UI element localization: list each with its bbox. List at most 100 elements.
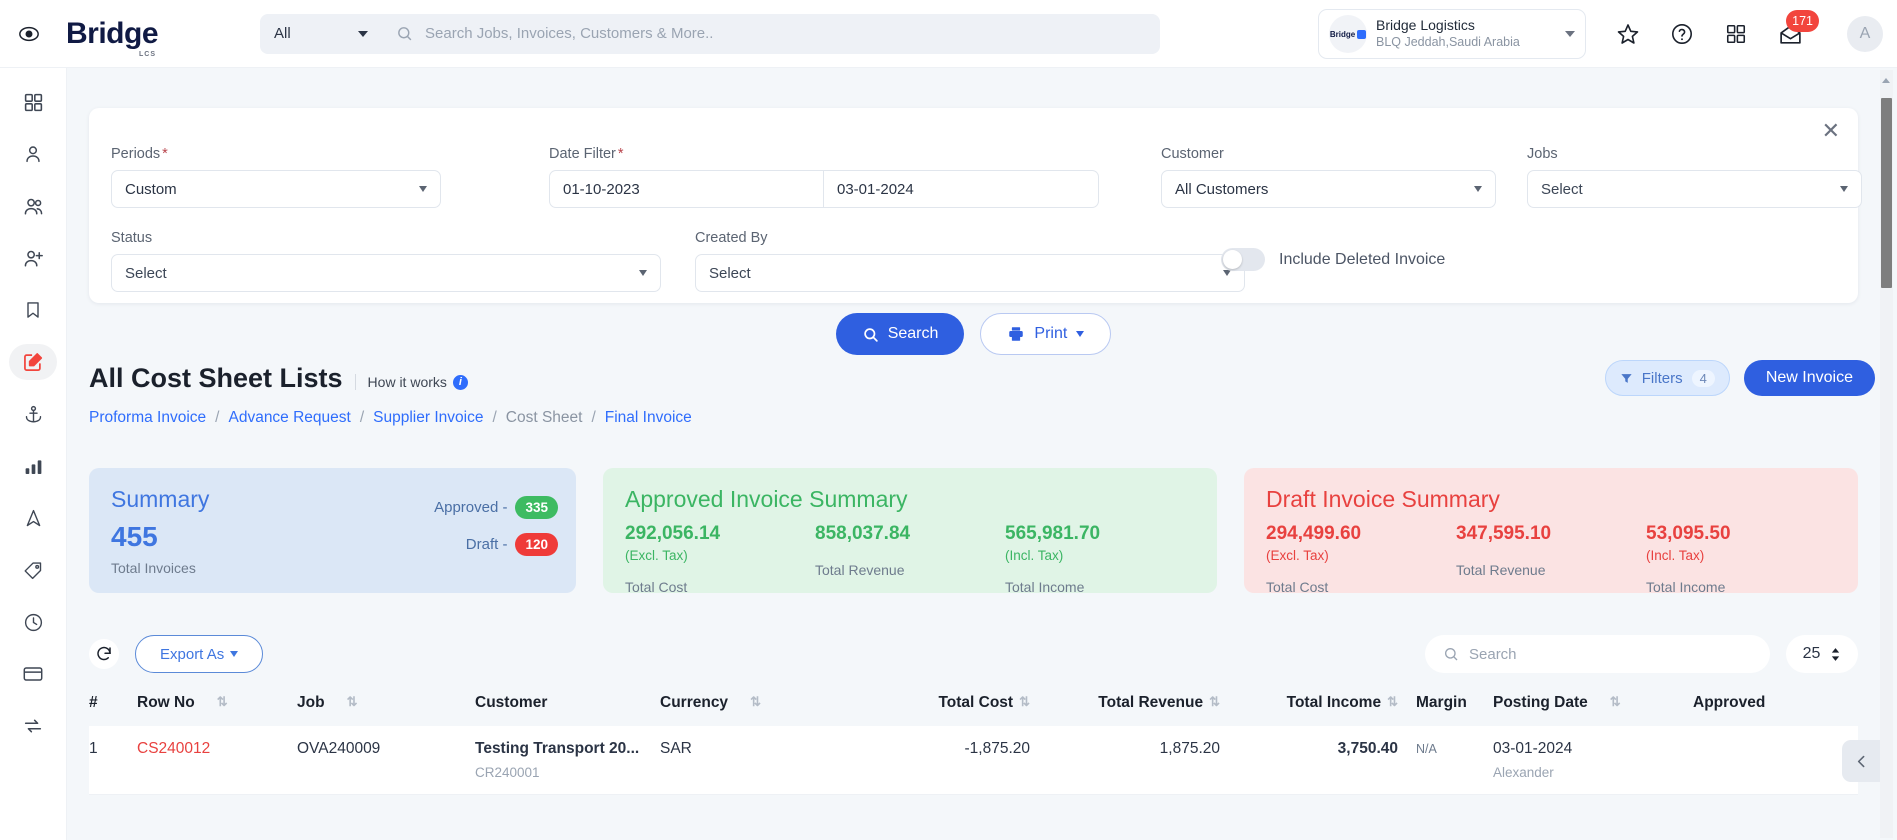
sort-icon[interactable]: ⇅ xyxy=(1209,694,1220,710)
date-from-input[interactable]: 01-10-2023 xyxy=(549,170,824,208)
created-by-select[interactable]: Select xyxy=(695,254,1245,292)
page-header: All Cost Sheet Lists How it works i Prof… xyxy=(89,363,1858,427)
periods-select[interactable]: Custom xyxy=(111,170,441,208)
cell-job-value: OVA240009 xyxy=(297,740,381,757)
sort-icon[interactable]: ⇅ xyxy=(1019,694,1030,710)
sidebar-item-bookmarks[interactable] xyxy=(9,292,57,328)
summary-draft-label: Draft - xyxy=(465,536,508,553)
organization-switcher[interactable]: Bridge Bridge Logistics BLQ Jeddah,Saudi… xyxy=(1318,9,1586,59)
page-scrollbar[interactable] xyxy=(1880,70,1893,838)
sort-icon[interactable]: ⇅ xyxy=(750,694,761,710)
approved-total-income-tax: (Incl. Tax) xyxy=(1005,547,1064,563)
sort-icon[interactable]: ⇅ xyxy=(217,694,228,710)
sidebar-item-invoices[interactable] xyxy=(9,344,57,380)
invoice-table-head: # Row No ⇅ Job ⇅ Customer Currency ⇅ Total … xyxy=(89,682,1858,726)
breadcrumb-item-proforma-invoice[interactable]: Proforma Invoice xyxy=(89,409,206,427)
page-title-row: All Cost Sheet Lists How it works i xyxy=(89,363,1858,394)
help-circle-icon[interactable] xyxy=(1669,21,1695,47)
avatar[interactable]: A xyxy=(1847,16,1883,52)
column-posting-date-label: Posting Date xyxy=(1493,694,1588,711)
sidebar-item-navigation[interactable] xyxy=(9,500,57,536)
chevron-down-icon xyxy=(1474,186,1482,192)
breadcrumb-item-advance-request[interactable]: Advance Request xyxy=(228,409,350,427)
how-it-works-link[interactable]: How it works i xyxy=(354,374,468,390)
sidebar-item-tags[interactable] xyxy=(9,552,57,588)
main-content: ✕ Periods * Custom Date Filter * 01-10-202… xyxy=(67,68,1897,840)
column-currency-label: Currency xyxy=(660,694,729,711)
cell-row-no[interactable]: CS240012 xyxy=(137,726,297,795)
brand-logo[interactable]: Bridge LCS xyxy=(66,13,209,58)
apps-grid-icon[interactable] xyxy=(1723,21,1749,47)
cell-posting-by: Alexander xyxy=(1493,765,1554,780)
cell-posting-date-value: 03-01-2024 xyxy=(1493,740,1573,757)
sidebar-item-history[interactable] xyxy=(9,604,57,640)
column-index-label: # xyxy=(89,694,98,711)
cell-posting-date: 03-01-2024 Alexander xyxy=(1493,726,1693,795)
cell-row-no-link[interactable]: CS240012 xyxy=(137,740,210,757)
page-size-select[interactable]: 25 xyxy=(1786,635,1858,673)
table-search[interactable] xyxy=(1425,635,1770,673)
sidebar-item-transfers[interactable] xyxy=(9,708,57,744)
global-search-input[interactable] xyxy=(425,25,1128,42)
export-as-button[interactable]: Export As xyxy=(135,635,264,673)
approved-total-cost-value: 292,056.14 xyxy=(625,523,721,544)
date-to-input[interactable]: 03-01-2024 xyxy=(824,170,1099,208)
sidebar-item-reports[interactable] xyxy=(9,448,57,484)
breadcrumb-item-final-invoice[interactable]: Final Invoice xyxy=(605,409,692,427)
customer-select[interactable]: All Customers xyxy=(1161,170,1496,208)
chevron-down-icon xyxy=(419,186,427,192)
scroll-up-arrow-icon[interactable] xyxy=(1882,78,1890,83)
how-it-works-label: How it works xyxy=(367,374,447,390)
sidebar-item-payments[interactable] xyxy=(9,656,57,692)
sort-icon[interactable]: ⇅ xyxy=(1387,694,1398,710)
sidebar-rail xyxy=(0,68,67,840)
sidebar-item-users[interactable] xyxy=(9,188,57,224)
close-icon[interactable]: ✕ xyxy=(1822,120,1840,142)
cell-customer-reference: CR240001 xyxy=(475,765,540,780)
credit-card-icon xyxy=(23,667,43,681)
edit-square-icon xyxy=(24,353,43,371)
cell-approved xyxy=(1693,726,1858,795)
sidebar-item-user[interactable] xyxy=(9,136,57,172)
chevron-down-icon xyxy=(358,30,369,37)
search-scope-select[interactable]: All xyxy=(260,14,382,54)
cell-total-income: 3,750.40 xyxy=(1220,726,1398,795)
sort-icon[interactable]: ⇅ xyxy=(1610,694,1621,710)
table-row[interactable]: 1 CS240012 OVA240009 Testing Transport 2… xyxy=(89,726,1858,795)
cell-margin-value: N/A xyxy=(1416,742,1437,756)
sidebar-item-dashboard[interactable] xyxy=(9,84,57,120)
jobs-select[interactable]: Select xyxy=(1527,170,1862,208)
global-search-field[interactable] xyxy=(382,25,1160,42)
sidebar-item-shipments[interactable] xyxy=(9,396,57,432)
date-to-value: 03-01-2024 xyxy=(837,180,914,198)
breadcrumb-item-cost-sheet[interactable]: Cost Sheet xyxy=(506,409,583,427)
search-scope-label: All xyxy=(274,25,291,42)
search-button[interactable]: Search xyxy=(835,313,965,355)
breadcrumb-separator: / xyxy=(591,409,596,426)
filter-icon xyxy=(1621,373,1632,383)
scrollbar-thumb[interactable] xyxy=(1881,98,1892,288)
user-plus-icon xyxy=(24,250,43,266)
refresh-icon[interactable] xyxy=(89,639,119,669)
print-icon xyxy=(1009,327,1024,341)
page-header-actions: Filters 4 New Invoice xyxy=(1604,360,1875,396)
new-invoice-button[interactable]: New Invoice xyxy=(1743,360,1875,396)
logo-square-icon xyxy=(1357,29,1367,39)
avatar-initial: A xyxy=(1859,25,1871,42)
status-select[interactable]: Select xyxy=(111,254,661,292)
eye-toggle-icon[interactable] xyxy=(14,19,44,49)
panel-collapse-toggle[interactable] xyxy=(1842,740,1880,782)
mail-icon[interactable]: 171 xyxy=(1777,10,1819,47)
summary-draft-count: 120 xyxy=(515,533,558,556)
column-total-income: Total Income ⇅ xyxy=(1220,682,1398,726)
table-search-input[interactable] xyxy=(1469,645,1732,663)
print-button[interactable]: Print xyxy=(980,313,1112,355)
draft-total-revenue-label: Total Revenue xyxy=(1456,561,1546,578)
star-icon[interactable] xyxy=(1615,21,1641,47)
sort-icon[interactable]: ⇅ xyxy=(347,694,358,710)
chevron-down-icon xyxy=(1565,31,1575,37)
filters-chip[interactable]: Filters 4 xyxy=(1604,360,1730,396)
sidebar-item-add-user[interactable] xyxy=(9,240,57,276)
include-deleted-toggle[interactable] xyxy=(1221,248,1265,271)
breadcrumb-item-supplier-invoice[interactable]: Supplier Invoice xyxy=(373,409,483,427)
